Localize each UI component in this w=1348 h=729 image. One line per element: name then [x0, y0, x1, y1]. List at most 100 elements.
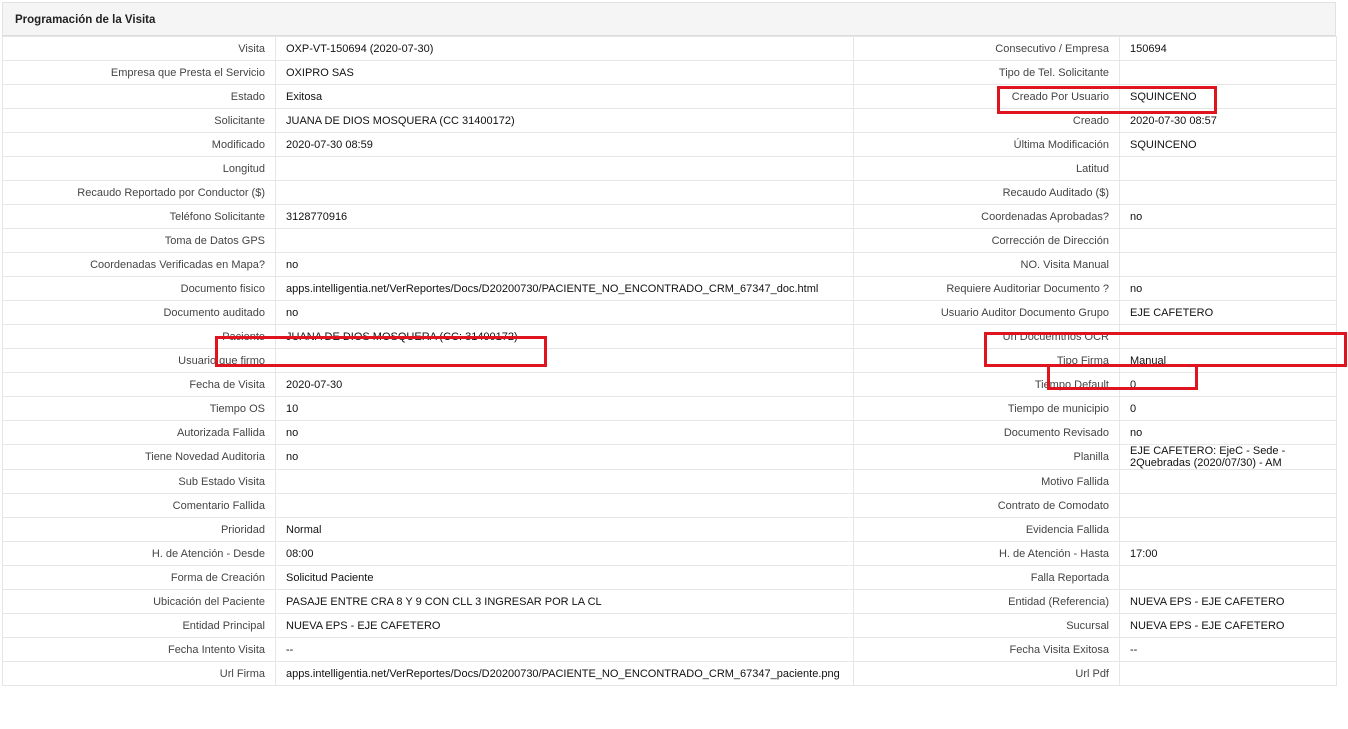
table-row: Tiene Novedad Auditoria no Planilla EJE CAF… — [2, 444, 1337, 470]
right-value — [1119, 180, 1337, 205]
left-label: Forma de Creación — [2, 565, 276, 590]
right-value: SQUINCENO — [1119, 132, 1337, 157]
right-label: NO. Visita Manual — [853, 252, 1120, 277]
left-value: 10 — [275, 396, 854, 421]
left-value: JUANA DE DIOS MOSQUERA (CC: 31400172) — [275, 324, 854, 349]
left-label: Documento auditado — [2, 300, 276, 325]
table-row: Fecha de Visita 2020-07-30 Tiempo Default 0 — [2, 372, 1337, 397]
right-label: Usuario Auditor Documento Grupo — [853, 300, 1120, 325]
left-value: 2020-07-30 — [275, 372, 854, 397]
left-label: Fecha Intento Visita — [2, 637, 276, 662]
right-value — [1119, 156, 1337, 181]
left-value: JUANA DE DIOS MOSQUERA (CC 31400172) — [275, 108, 854, 133]
left-label: Toma de Datos GPS — [2, 228, 276, 253]
right-value: no — [1119, 204, 1337, 229]
right-value: 150694 — [1119, 36, 1337, 61]
left-value — [275, 469, 854, 494]
left-value: apps.intelligentia.net/VerReportes/Docs/… — [275, 276, 854, 301]
right-label: Fecha Visita Exitosa — [853, 637, 1120, 662]
left-label: Usuario que firmo — [2, 348, 276, 373]
table-row: Forma de Creación Solicitud Paciente Falla… — [2, 565, 1337, 590]
table-row: Visita OXP-VT-150694 (2020-07-30) Consecut… — [2, 36, 1337, 61]
panel-title: Programación de la Visita — [2, 2, 1336, 36]
left-value — [275, 180, 854, 205]
left-value: apps.intelligentia.net/VerReportes/Docs/… — [275, 661, 854, 686]
right-value: no — [1119, 276, 1337, 301]
right-label: Recaudo Auditado ($) — [853, 180, 1120, 205]
left-label: Sub Estado Visita — [2, 469, 276, 494]
right-value: -- — [1119, 637, 1337, 662]
left-label: Fecha de Visita — [2, 372, 276, 397]
left-label: Ubicación del Paciente — [2, 589, 276, 614]
table-row: Prioridad Normal Evidencia Fallida — [2, 517, 1337, 542]
left-value: no — [275, 252, 854, 277]
left-value: NUEVA EPS - EJE CAFETERO — [275, 613, 854, 638]
left-value: PASAJE ENTRE CRA 8 Y 9 CON CLL 3 INGRESA… — [275, 589, 854, 614]
visit-details-table: Visita OXP-VT-150694 (2020-07-30) Consecut… — [2, 36, 1337, 686]
left-label: Empresa que Presta el Servicio — [2, 60, 276, 85]
right-value — [1119, 517, 1337, 542]
left-value: 2020-07-30 08:59 — [275, 132, 854, 157]
table-row: Fecha Intento Visita -- Fecha Visita Exito… — [2, 637, 1337, 662]
right-value: Manual — [1119, 348, 1337, 373]
left-label: Recaudo Reportado por Conductor ($) — [2, 180, 276, 205]
left-value: 08:00 — [275, 541, 854, 566]
right-label: Latitud — [853, 156, 1120, 181]
left-label: Documento fisico — [2, 276, 276, 301]
left-value — [275, 228, 854, 253]
right-value — [1119, 228, 1337, 253]
right-label: Tiempo Default — [853, 372, 1120, 397]
left-label: Paciente — [2, 324, 276, 349]
left-value: 3128770916 — [275, 204, 854, 229]
left-label: Estado — [2, 84, 276, 109]
left-label: Teléfono Solicitante — [2, 204, 276, 229]
right-label: Creado Por Usuario — [853, 84, 1120, 109]
right-value: 0 — [1119, 396, 1337, 421]
table-row: Empresa que Presta el Servicio OXIPRO SAS… — [2, 60, 1337, 85]
table-row: Coordenadas Verificadas en Mapa? no NO. Vi… — [2, 252, 1337, 277]
right-value: NUEVA EPS - EJE CAFETERO — [1119, 589, 1337, 614]
right-value: EJE CAFETERO: EjeC - Sede - 2Quebradas (… — [1119, 444, 1337, 470]
table-row: Usuario que firmo Tipo Firma Manual — [2, 348, 1337, 373]
right-label: Coordenadas Aprobadas? — [853, 204, 1120, 229]
left-label: Autorizada Fallida — [2, 420, 276, 445]
right-label: Entidad (Referencia) — [853, 589, 1120, 614]
left-label: Visita — [2, 36, 276, 61]
right-value: SQUINCENO — [1119, 84, 1337, 109]
left-value: Normal — [275, 517, 854, 542]
table-row: Solicitante JUANA DE DIOS MOSQUERA (CC 31… — [2, 108, 1337, 133]
left-value: OXP-VT-150694 (2020-07-30) — [275, 36, 854, 61]
right-label: Corrección de Dirección — [853, 228, 1120, 253]
left-label: Url Firma — [2, 661, 276, 686]
right-value: 2020-07-30 08:57 — [1119, 108, 1337, 133]
table-row: Tiempo OS 10 Tiempo de municipio 0 — [2, 396, 1337, 421]
table-row: Url Firma apps.intelligentia.net/VerRepor… — [2, 661, 1337, 686]
table-row: Paciente JUANA DE DIOS MOSQUERA (CC: 3140… — [2, 324, 1337, 349]
right-label: Url Pdf — [853, 661, 1120, 686]
left-value — [275, 348, 854, 373]
table-row: Modificado 2020-07-30 08:59 Última Modific… — [2, 132, 1337, 157]
right-value — [1119, 565, 1337, 590]
table-row: Longitud Latitud — [2, 156, 1337, 181]
right-value — [1119, 60, 1337, 85]
table-row: Teléfono Solicitante 3128770916 Coordenada… — [2, 204, 1337, 229]
right-label: Tiempo de municipio — [853, 396, 1120, 421]
table-row: Documento fisico apps.intelligentia.net/V… — [2, 276, 1337, 301]
left-label: Coordenadas Verificadas en Mapa? — [2, 252, 276, 277]
right-label: Url Docuemtnos OCR — [853, 324, 1120, 349]
left-value: OXIPRO SAS — [275, 60, 854, 85]
right-label: Documento Revisado — [853, 420, 1120, 445]
table-row: Entidad Principal NUEVA EPS - EJE CAFETER… — [2, 613, 1337, 638]
left-value — [275, 156, 854, 181]
left-value: Exitosa — [275, 84, 854, 109]
left-value — [275, 493, 854, 518]
right-label: Creado — [853, 108, 1120, 133]
right-label: Última Modificación — [853, 132, 1120, 157]
right-value: 0 — [1119, 372, 1337, 397]
left-value: no — [275, 420, 854, 445]
left-label: H. de Atención - Desde — [2, 541, 276, 566]
right-value — [1119, 661, 1337, 686]
right-value — [1119, 252, 1337, 277]
left-value: Solicitud Paciente — [275, 565, 854, 590]
table-row: Autorizada Fallida no Documento Revisado no — [2, 420, 1337, 445]
